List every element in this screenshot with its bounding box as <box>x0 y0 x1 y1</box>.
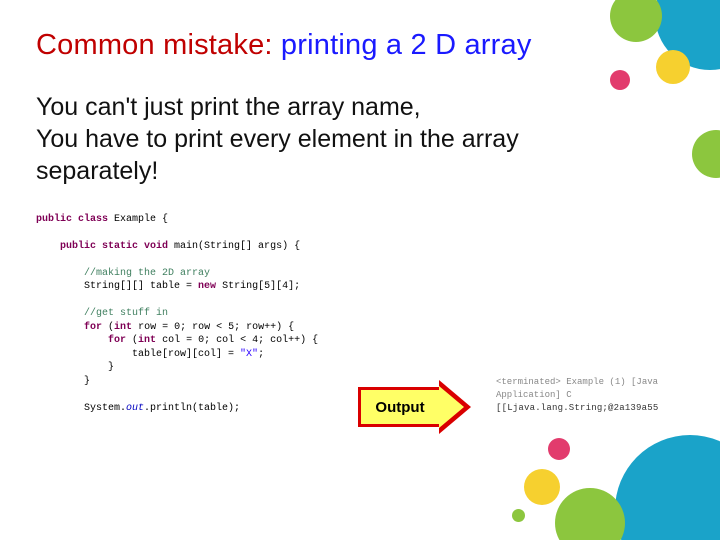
console-header: <terminated> Example (1) [Java Applicati… <box>496 376 720 402</box>
code-kw: public static void <box>60 241 174 252</box>
code-kw: int <box>138 335 162 346</box>
code-text: row = 0; row < 5; row++) { <box>138 322 294 333</box>
body-line: You have to print every element in the a… <box>36 123 576 187</box>
code-comment: //get stuff in <box>84 308 168 319</box>
code-text: Example { <box>114 214 168 225</box>
code-text: } <box>84 376 90 387</box>
code-text: System. <box>84 403 126 414</box>
code-text: col = 0; col < 4; col++) { <box>162 335 318 346</box>
code-string: "X" <box>240 349 258 360</box>
code-text: main(String[] args) { <box>174 241 300 252</box>
code-text: table[row][col] = <box>132 349 240 360</box>
code-text: } <box>108 362 114 373</box>
console-line: [[Ljava.lang.String;@2a139a55 <box>496 402 720 415</box>
code-kw: for <box>108 335 132 346</box>
code-kw: new <box>198 281 222 292</box>
slide: Common mistake: printing a 2 D array You… <box>0 0 720 540</box>
code-text: String[][] table = <box>84 281 198 292</box>
body-text: You can't just print the array name, You… <box>36 91 576 187</box>
code-kw: int <box>114 322 138 333</box>
code-comment: //making the 2D array <box>84 268 210 279</box>
code-text: .println(table); <box>144 403 240 414</box>
code-field: out <box>126 403 144 414</box>
output-arrow: Output <box>358 380 471 434</box>
arrow-icon: Output <box>358 380 471 434</box>
console-output: <terminated> Example (1) [Java Applicati… <box>496 376 720 415</box>
code-text: ; <box>258 349 264 360</box>
title-part-mistake: Common mistake: <box>36 29 273 61</box>
title-part-topic: printing a 2 D array <box>273 29 532 61</box>
code-text: String[5][4]; <box>222 281 300 292</box>
page-title: Common mistake: printing a 2 D array <box>36 28 690 63</box>
arrow-head-icon <box>439 380 471 434</box>
code-kw: public class <box>36 214 114 225</box>
body-line: You can't just print the array name, <box>36 91 576 123</box>
code-kw: for <box>84 322 108 333</box>
arrow-label: Output <box>358 387 439 427</box>
